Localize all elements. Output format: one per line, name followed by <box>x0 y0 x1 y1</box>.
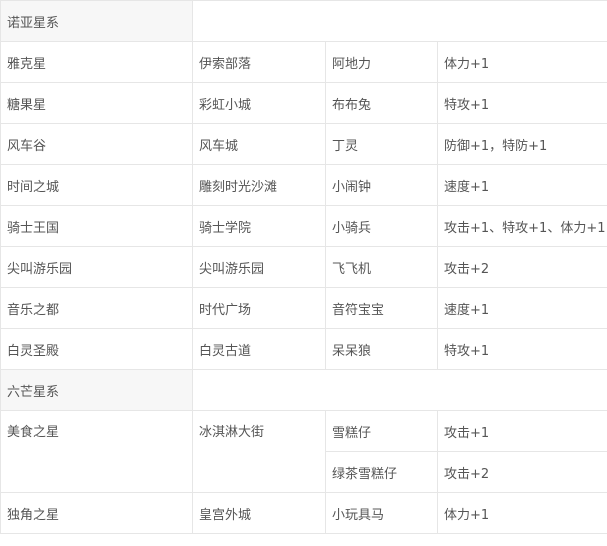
section-title: 诺亚星系 <box>0 0 193 42</box>
bonus-cell: 防御+1，特防+1 <box>436 123 607 165</box>
pet-cell: 雪糕仔 <box>325 410 438 452</box>
planet-pet-table: 诺亚星系 雅克星 伊索部落 阿地力 体力+1 糖果星 彩虹小城 布布兔 特攻+1… <box>0 0 607 534</box>
planet-cell: 骑士王国 <box>0 205 193 247</box>
planet-cell: 风车谷 <box>0 123 193 165</box>
pet-cell: 丁灵 <box>325 123 438 165</box>
table-row: 美食之星 冰淇淋大街 雪糕仔 攻击+1 <box>0 410 607 493</box>
pet-cell: 小骑兵 <box>325 205 438 247</box>
bonus-cell: 攻击+1、特攻+1、体力+1 <box>436 205 607 247</box>
planet-cell: 独角之星 <box>0 492 193 534</box>
planet-cell: 白灵圣殿 <box>0 328 193 370</box>
area-cell: 骑士学院 <box>192 205 326 247</box>
table-row: 白灵圣殿 白灵古道 呆呆狼 特攻+1 <box>0 328 607 370</box>
planet-cell: 美食之星 <box>0 410 193 493</box>
bonus-cell: 速度+1 <box>436 164 607 206</box>
pet-cell: 音符宝宝 <box>325 287 438 329</box>
bonus-cell: 攻击+2 <box>436 246 607 288</box>
section-header-row: 诺亚星系 <box>0 0 607 42</box>
pet-cell: 布布兔 <box>325 82 438 124</box>
planet-cell: 尖叫游乐园 <box>0 246 193 288</box>
area-cell: 彩虹小城 <box>192 82 326 124</box>
pet-cell: 小闹钟 <box>325 164 438 206</box>
pet-cell: 呆呆狼 <box>325 328 438 370</box>
planet-cell: 音乐之都 <box>0 287 193 329</box>
planet-cell: 雅克星 <box>0 41 193 83</box>
area-cell: 皇宫外城 <box>192 492 326 534</box>
table-row: 风车谷 风车城 丁灵 防御+1，特防+1 <box>0 123 607 165</box>
pet-cell: 绿茶雪糕仔 <box>325 451 438 493</box>
bonus-cell: 速度+1 <box>436 287 607 329</box>
table-row: 音乐之都 时代广场 音符宝宝 速度+1 <box>0 287 607 329</box>
table-row: 糖果星 彩虹小城 布布兔 特攻+1 <box>0 82 607 124</box>
section-header-empty <box>191 369 607 411</box>
bonus-cell: 攻击+1 <box>436 410 607 452</box>
bonus-cell: 特攻+1 <box>436 328 607 370</box>
table-row: 尖叫游乐园 尖叫游乐园 飞飞机 攻击+2 <box>0 246 607 288</box>
area-cell: 白灵古道 <box>192 328 326 370</box>
area-cell: 冰淇淋大街 <box>192 410 326 493</box>
bonus-cell: 特攻+1 <box>436 82 607 124</box>
section-title: 六芒星系 <box>0 369 193 411</box>
pet-cell: 阿地力 <box>325 41 438 83</box>
bonus-cell: 攻击+2 <box>436 451 607 493</box>
pet-cell: 飞飞机 <box>325 246 438 288</box>
planet-cell: 时间之城 <box>0 164 193 206</box>
table-row: 雅克星 伊索部落 阿地力 体力+1 <box>0 41 607 83</box>
pet-cell: 小玩具马 <box>325 492 438 534</box>
section-header-empty <box>191 0 607 42</box>
area-cell: 伊索部落 <box>192 41 326 83</box>
planet-cell: 糖果星 <box>0 82 193 124</box>
area-cell: 雕刻时光沙滩 <box>192 164 326 206</box>
area-cell: 尖叫游乐园 <box>192 246 326 288</box>
table-row: 独角之星 皇宫外城 小玩具马 体力+1 <box>0 492 607 534</box>
bonus-cell: 体力+1 <box>436 492 607 534</box>
table-row: 骑士王国 骑士学院 小骑兵 攻击+1、特攻+1、体力+1 <box>0 205 607 247</box>
bonus-cell: 体力+1 <box>436 41 607 83</box>
table-row: 时间之城 雕刻时光沙滩 小闹钟 速度+1 <box>0 164 607 206</box>
area-cell: 时代广场 <box>192 287 326 329</box>
area-cell: 风车城 <box>192 123 326 165</box>
section-header-row: 六芒星系 <box>0 369 607 411</box>
